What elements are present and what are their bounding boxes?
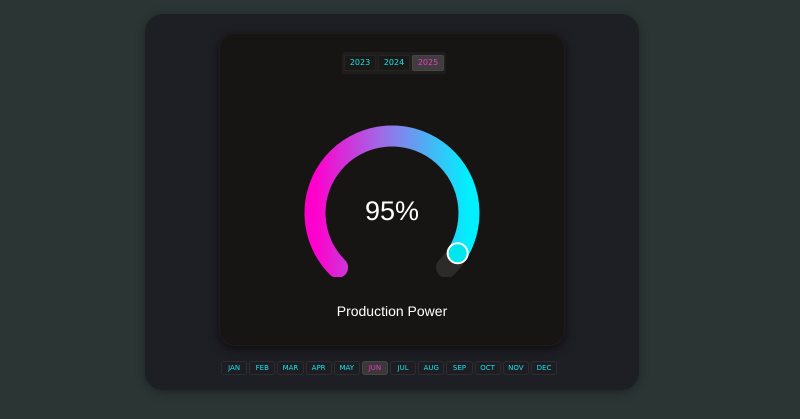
month-tab-mar[interactable]: MAR <box>277 361 304 375</box>
gauge-knob[interactable] <box>446 242 469 265</box>
month-selector: JAN FEB MAR APR MAY JUN JUL AUG SEP OCT … <box>219 361 559 377</box>
gauge-value: 95% <box>364 196 420 226</box>
month-tab-feb[interactable]: FEB <box>249 361 276 375</box>
month-tab-apr[interactable]: APR <box>305 361 332 375</box>
gauge-caption: Production Power <box>336 303 448 319</box>
month-tab-oct[interactable]: OCT <box>474 361 501 375</box>
month-tab-jun[interactable]: JUN <box>361 361 389 375</box>
year-selector: 2023 2024 2025 <box>342 52 446 74</box>
year-tab-2024[interactable]: 2024 <box>378 55 410 71</box>
month-tab-sep[interactable]: SEP <box>446 361 473 375</box>
month-tab-jul[interactable]: JUL <box>390 361 417 375</box>
month-tab-nov[interactable]: NOV <box>502 361 529 375</box>
year-tab-2025[interactable]: 2025 <box>412 55 444 71</box>
year-tab-2023[interactable]: 2023 <box>344 55 376 71</box>
month-tab-dec[interactable]: DEC <box>530 361 558 375</box>
month-tab-aug[interactable]: AUG <box>418 361 445 375</box>
month-tab-may[interactable]: MAY <box>333 361 360 375</box>
month-tab-jan[interactable]: JAN <box>221 361 248 375</box>
